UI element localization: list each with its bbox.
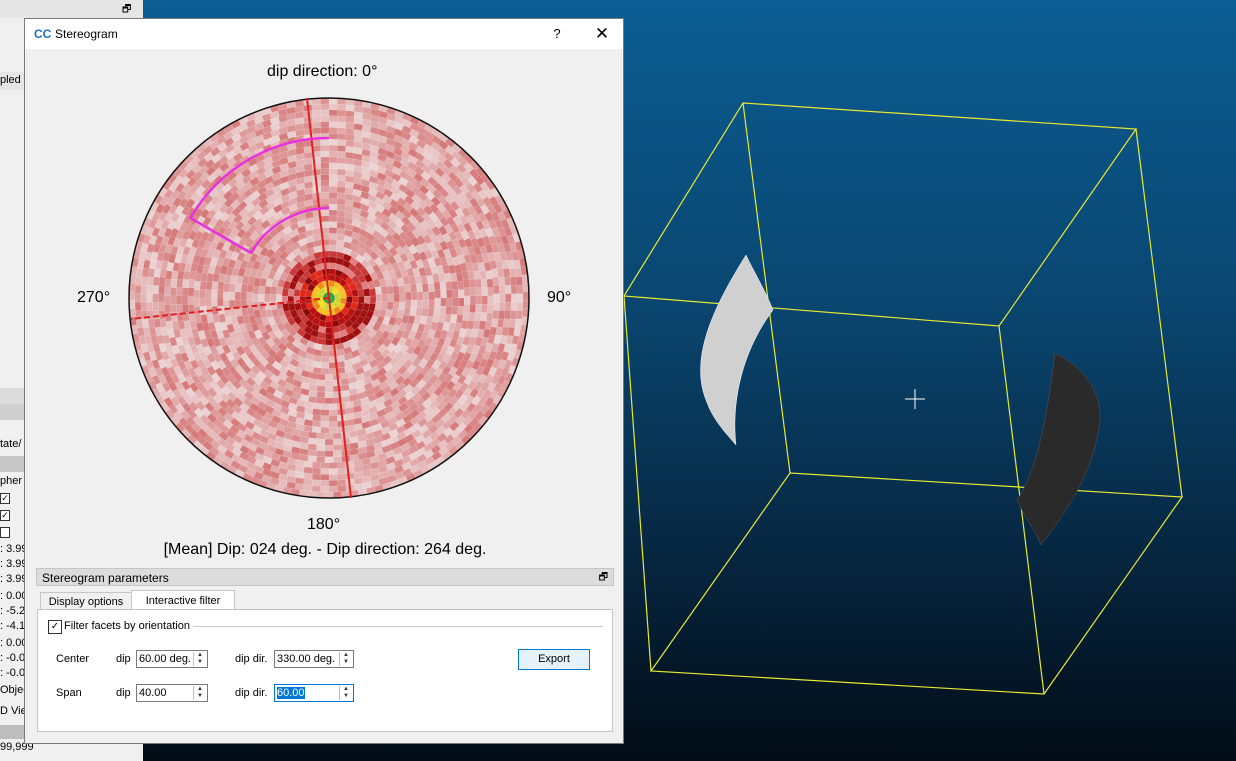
center-dip-value: 60.00 deg. xyxy=(139,653,191,665)
panel-text: pher xyxy=(0,475,23,487)
span-dip-label: dip xyxy=(116,687,131,699)
panel-text: : -0.0 xyxy=(0,667,26,679)
filter-checkbox[interactable]: ✓ xyxy=(48,620,62,634)
sphere-patch-dark xyxy=(1016,352,1101,546)
tab-interactive-filter[interactable]: Interactive filter xyxy=(131,590,235,611)
panel-text: : -0.0 xyxy=(0,652,26,664)
center-dipdir-label: dip dir. xyxy=(235,653,268,665)
parameters-title: Stereogram parameters xyxy=(42,571,169,585)
spin-arrows-icon[interactable]: ▲ ▼ xyxy=(339,686,352,700)
spin-arrows-icon[interactable]: ▲ ▼ xyxy=(193,686,206,700)
parameters-panel: Stereogram parameters 🗗 Display options … xyxy=(36,568,614,732)
visibility-checkbox[interactable]: ✓ xyxy=(0,493,10,504)
center-dipdir-value: 330.00 deg. xyxy=(277,653,336,665)
visibility-checkbox[interactable] xyxy=(0,527,10,538)
float-icon[interactable]: 🗗 xyxy=(122,2,131,19)
span-dip-value: 40.00 xyxy=(139,687,167,699)
group-divider xyxy=(193,626,603,627)
stereogram-dialog: CC Stereogram ? ✕ dip direction: 0° 90° … xyxy=(24,18,624,744)
panel-text: : -4.1 xyxy=(0,620,26,632)
mean-orientation-text: [Mean] Dip: 024 deg. - Dip direction: 26… xyxy=(163,541,487,558)
center-dip-spinbox[interactable]: 60.00 deg. ▲ ▼ xyxy=(136,650,208,668)
panel-text: pled xyxy=(0,74,21,86)
panel-text: D Vie xyxy=(0,705,27,717)
interactive-filter-pane: ✓ Filter facets by orientation Center di… xyxy=(37,609,613,732)
crosshair-icon xyxy=(905,389,925,409)
span-dipdir-label: dip dir. xyxy=(235,687,268,699)
export-button[interactable]: Export xyxy=(518,649,590,670)
visibility-checkbox[interactable]: ✓ xyxy=(0,510,10,521)
spin-arrows-icon[interactable]: ▲ ▼ xyxy=(193,652,206,666)
stereonet-plot[interactable] xyxy=(25,19,625,619)
center-dip-label: dip xyxy=(116,653,131,665)
panel-text: : -5.2 xyxy=(0,605,26,617)
span-dipdir-value: 60.00 xyxy=(277,687,305,699)
float-icon[interactable]: 🗗 xyxy=(599,570,608,587)
span-dipdir-spinbox[interactable]: 60.00 ▲ ▼ xyxy=(274,684,354,702)
panel-text: tate/ xyxy=(0,438,22,450)
spin-arrows-icon[interactable]: ▲ ▼ xyxy=(339,652,352,666)
panel-header: 🗗 xyxy=(0,0,143,18)
center-label: Center xyxy=(56,653,90,665)
filter-checkbox-label: Filter facets by orientation xyxy=(64,620,190,632)
center-dipdir-spinbox[interactable]: 330.00 deg. ▲ ▼ xyxy=(274,650,354,668)
parameters-header: Stereogram parameters 🗗 xyxy=(36,568,614,586)
sphere-patch-light xyxy=(700,254,774,446)
span-label: Span xyxy=(56,687,82,699)
span-dip-spinbox[interactable]: 40.00 ▲ ▼ xyxy=(136,684,208,702)
